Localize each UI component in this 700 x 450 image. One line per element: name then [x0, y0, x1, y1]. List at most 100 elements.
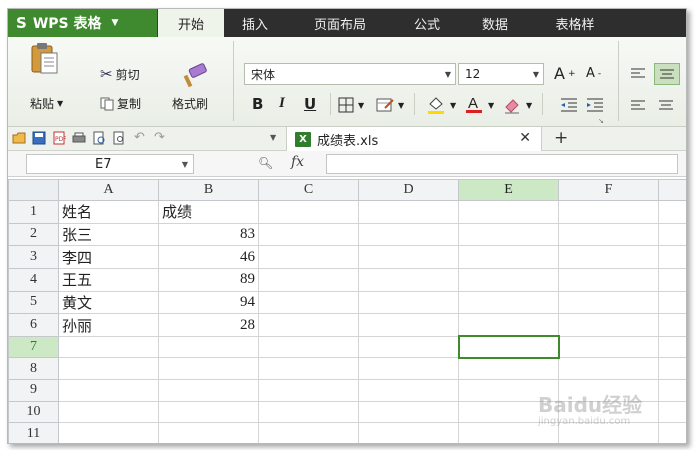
cell[interactable]	[258, 313, 359, 337]
undo-icon[interactable]: ↶	[134, 130, 145, 145]
align-center-icon[interactable]	[658, 99, 674, 113]
cell[interactable]	[258, 400, 359, 424]
cell[interactable]	[558, 335, 659, 359]
cell[interactable]	[258, 222, 359, 247]
cell-b2[interactable]: 83	[158, 222, 259, 247]
cell[interactable]	[358, 290, 459, 315]
bold-button[interactable]: B	[252, 95, 263, 113]
new-tab-icon[interactable]: +	[554, 128, 568, 148]
chevron-down-icon[interactable]: ▼	[398, 101, 404, 110]
cell[interactable]	[158, 422, 259, 443]
cell[interactable]	[58, 335, 159, 359]
cell[interactable]	[558, 422, 659, 443]
increase-indent-icon[interactable]	[586, 97, 604, 113]
cell[interactable]	[258, 245, 359, 269]
open-folder-icon[interactable]	[12, 131, 26, 145]
row-header[interactable]: 8	[8, 357, 59, 381]
fill-color-icon[interactable]	[426, 95, 446, 115]
cell[interactable]	[58, 422, 159, 443]
row-header[interactable]: 2	[8, 222, 59, 247]
underline-button[interactable]: U	[304, 95, 316, 113]
format-painter-button[interactable]: 格式刷	[172, 95, 208, 112]
cell-a6[interactable]: 孙丽	[58, 313, 159, 337]
export-pdf-icon[interactable]: PDF	[52, 131, 66, 145]
cell[interactable]	[658, 245, 686, 269]
cell[interactable]	[258, 357, 359, 381]
cell[interactable]	[658, 313, 686, 337]
cell[interactable]	[258, 267, 359, 292]
cell[interactable]	[58, 400, 159, 424]
cell[interactable]	[458, 245, 559, 269]
align-top-center-button[interactable]	[654, 63, 680, 85]
font-size-select[interactable]: 12 ▼	[458, 63, 544, 85]
cell[interactable]	[558, 379, 659, 402]
tab-insert[interactable]: 插入	[224, 9, 286, 37]
font-name-select[interactable]: 宋体 ▼	[244, 63, 456, 85]
print-preview-icon[interactable]	[92, 131, 106, 145]
cell[interactable]	[658, 290, 686, 315]
column-header-f[interactable]: F	[558, 179, 659, 201]
column-header-a[interactable]: A	[58, 179, 159, 201]
select-all-corner[interactable]	[8, 179, 59, 201]
column-header-c[interactable]: C	[258, 179, 359, 201]
cell[interactable]	[358, 222, 459, 247]
cell[interactable]	[158, 335, 259, 359]
cell[interactable]	[258, 422, 359, 443]
chevron-down-icon[interactable]: ▼	[450, 101, 456, 110]
page-preview-icon[interactable]	[112, 131, 126, 145]
cell[interactable]	[658, 335, 686, 359]
cell[interactable]	[558, 290, 659, 315]
formula-input[interactable]	[326, 154, 678, 174]
cell[interactable]	[658, 379, 686, 402]
cell-a2[interactable]: 张三	[58, 222, 159, 247]
chevron-down-icon[interactable]: ▼	[526, 101, 532, 110]
cell[interactable]	[558, 245, 659, 269]
chevron-down-icon[interactable]: ▼	[358, 101, 364, 110]
shrink-font-button[interactable]: A-	[586, 66, 601, 81]
cell[interactable]	[358, 335, 459, 359]
cell[interactable]	[258, 200, 359, 224]
cell[interactable]	[458, 313, 559, 337]
tab-page-layout[interactable]: 页面布局	[286, 9, 394, 37]
column-header-g[interactable]	[658, 179, 686, 201]
tab-home[interactable]: 开始	[158, 9, 224, 37]
row-header[interactable]: 6	[8, 313, 59, 337]
cell[interactable]	[458, 290, 559, 315]
cell[interactable]	[358, 313, 459, 337]
cell[interactable]	[458, 422, 559, 443]
insert-function-icon[interactable]: fx	[291, 154, 304, 170]
cell-b3[interactable]: 46	[158, 245, 259, 269]
row-header[interactable]: 11	[8, 422, 59, 443]
cell[interactable]	[458, 357, 559, 381]
column-header-e[interactable]: E	[458, 179, 559, 201]
paste-button[interactable]: 粘贴 ▼	[30, 95, 63, 112]
cell[interactable]	[658, 400, 686, 424]
decrease-indent-icon[interactable]	[560, 97, 578, 113]
cell[interactable]	[258, 335, 359, 359]
copy-button[interactable]: 复制	[100, 95, 141, 112]
grow-font-button[interactable]: A +	[554, 64, 576, 83]
align-top-left-icon[interactable]	[630, 67, 646, 81]
row-header[interactable]: 4	[8, 267, 59, 292]
document-tab[interactable]: X 成绩表.xls ✕	[286, 127, 542, 151]
cell[interactable]	[458, 400, 559, 424]
cell[interactable]	[358, 200, 459, 224]
cell[interactable]	[658, 422, 686, 443]
row-header[interactable]: 5	[8, 290, 59, 315]
print-icon[interactable]	[72, 131, 86, 145]
cell[interactable]	[458, 200, 559, 224]
italic-button[interactable]: I	[279, 95, 285, 112]
cell-a3[interactable]: 李四	[58, 245, 159, 269]
cell-a4[interactable]: 王五	[58, 267, 159, 292]
column-header-b[interactable]: B	[158, 179, 259, 201]
cell[interactable]	[558, 400, 659, 424]
cut-button[interactable]: ✂ 剪切	[100, 65, 140, 83]
cell[interactable]	[358, 245, 459, 269]
cell[interactable]	[458, 267, 559, 292]
cell-style-icon[interactable]	[376, 97, 394, 113]
cell-b5[interactable]: 94	[158, 290, 259, 315]
cell[interactable]	[658, 357, 686, 381]
tab-data[interactable]: 数据	[460, 9, 530, 37]
cell[interactable]	[658, 222, 686, 247]
chevron-down-icon[interactable]: ▼	[270, 133, 276, 142]
